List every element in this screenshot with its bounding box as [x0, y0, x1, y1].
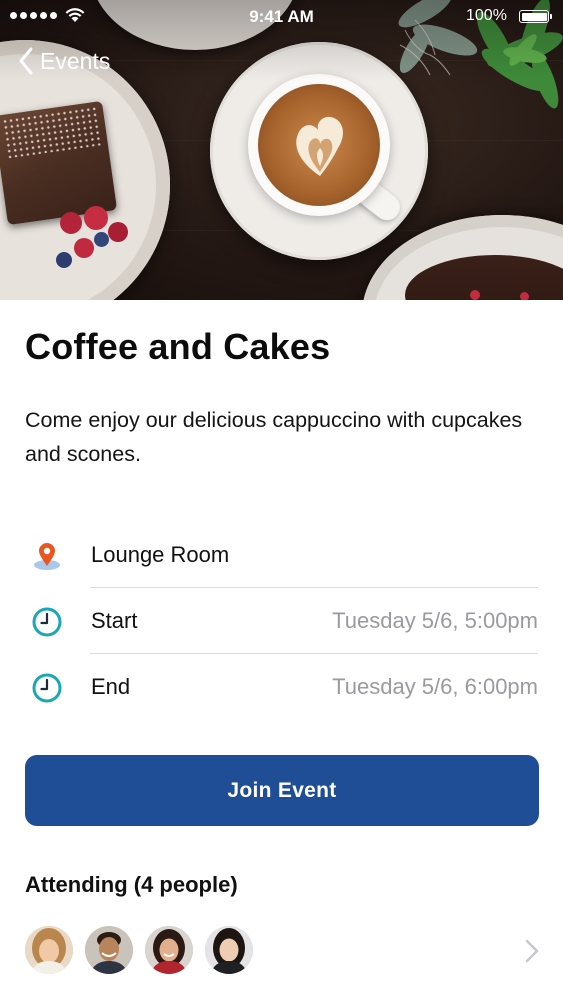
battery-icon [519, 10, 552, 23]
clock-icon [32, 607, 62, 637]
back-button[interactable]: Events [18, 44, 110, 78]
clock-icon [32, 673, 62, 703]
back-label: Events [40, 47, 111, 74]
attendee-avatars[interactable] [25, 926, 253, 974]
detail-row-location[interactable]: Lounge Room [0, 522, 563, 588]
chevron-left-icon [19, 47, 33, 75]
attending-heading: Attending (4 people) [25, 872, 238, 897]
detail-label: End [91, 674, 131, 699]
end-time-value: Tuesday 5/6, 6:00pm [332, 674, 538, 699]
status-bar: 9:41 AM 100% [0, 0, 563, 32]
latte-art [296, 116, 343, 176]
detail-label: Start [91, 608, 138, 633]
chevron-right-icon[interactable] [524, 938, 540, 964]
join-event-button[interactable]: Join Event [25, 755, 539, 826]
event-description: Come enjoy our delicious cappuccino with… [25, 408, 523, 466]
avatar[interactable] [205, 926, 253, 974]
avatar[interactable] [85, 926, 133, 974]
detail-row-end[interactable]: End Tuesday 5/6, 6:00pm [0, 654, 563, 720]
location-pin-icon [34, 543, 60, 570]
battery-percent: 100% [466, 7, 507, 24]
detail-label: Lounge Room [91, 542, 230, 567]
event-title: Coffee and Cakes [25, 326, 331, 367]
avatar[interactable] [25, 926, 73, 974]
start-time-value: Tuesday 5/6, 5:00pm [332, 608, 538, 633]
detail-row-start[interactable]: Start Tuesday 5/6, 5:00pm [0, 588, 563, 654]
avatar[interactable] [145, 926, 193, 974]
